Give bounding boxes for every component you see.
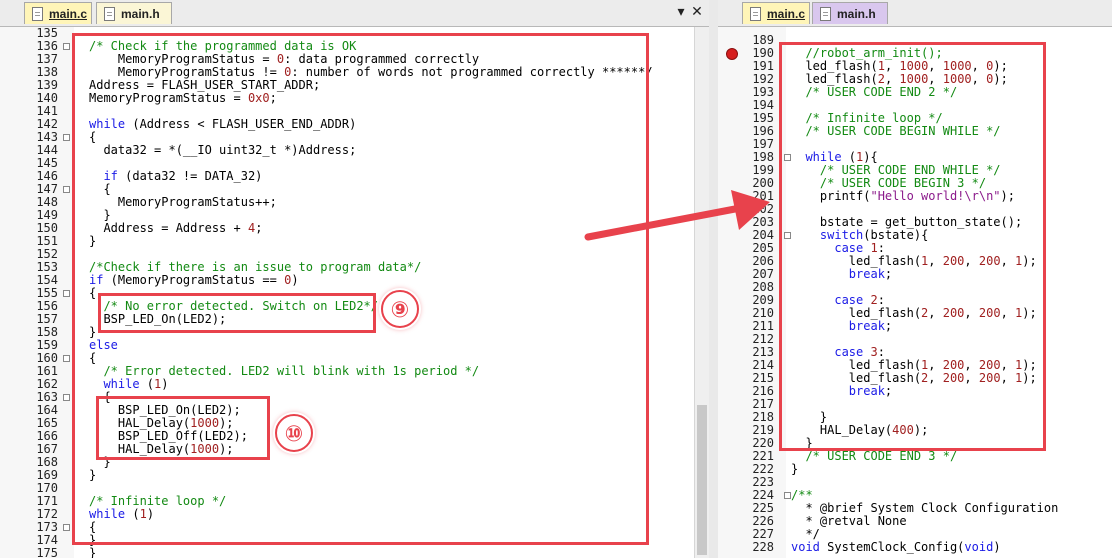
fold-toggle-icon[interactable] xyxy=(63,394,70,401)
fold-toggle-icon[interactable] xyxy=(63,355,70,362)
close-tab-icon[interactable]: ✕ xyxy=(690,4,704,20)
tab-label: main.c xyxy=(767,7,806,21)
highlight-box-main-block xyxy=(72,33,649,545)
c-file-icon xyxy=(32,7,43,21)
left-editor-pane: main.c main.h ▾ ✕ 135 136/* Check if the … xyxy=(0,0,709,558)
highlight-box-led-on xyxy=(98,293,376,333)
tab-label: main.h xyxy=(837,7,876,21)
left-scrollbar-thumb[interactable] xyxy=(697,405,707,555)
tab-label: main.h xyxy=(121,7,160,21)
tab-main-h[interactable]: main.h xyxy=(96,2,172,24)
left-tab-bar: main.c main.h ▾ ✕ xyxy=(0,0,709,27)
line-number: 175 xyxy=(36,546,58,558)
tab-list-dropdown-icon[interactable]: ▾ xyxy=(674,4,688,20)
code-line[interactable]: 222} xyxy=(718,463,1112,476)
tab-main-c[interactable]: main.c xyxy=(742,2,810,24)
code-text: } xyxy=(791,462,799,476)
code-line[interactable]: 228 void SystemClock_Config(void) xyxy=(718,541,1112,554)
h-file-icon xyxy=(104,7,115,21)
code-line[interactable]: 175} xyxy=(0,547,709,558)
code-line[interactable]: 226 * @retval None xyxy=(718,515,1112,528)
code-line[interactable]: 225 * @brief System Clock Configuration xyxy=(718,502,1112,515)
step-badge-9: ⑨ xyxy=(381,290,419,328)
tab-label: main.c xyxy=(49,7,88,21)
highlight-box-main-loop xyxy=(779,42,1046,451)
code-line[interactable]: 221 /* USER CODE END 3 */ xyxy=(718,450,1112,463)
right-editor-pane: main.c main.h 189 190 //robot_arm_init();… xyxy=(718,0,1112,558)
fold-toggle-icon[interactable] xyxy=(784,492,791,499)
fold-toggle-icon[interactable] xyxy=(63,290,70,297)
line-number: 228 xyxy=(752,540,774,554)
code-text: void SystemClock_Config(void) xyxy=(791,540,1001,554)
highlight-box-led-blink xyxy=(96,396,270,460)
code-text: } xyxy=(89,546,97,558)
tab-main-c[interactable]: main.c xyxy=(24,2,92,24)
h-file-icon xyxy=(820,7,831,21)
fold-toggle-icon[interactable] xyxy=(63,524,70,531)
left-vertical-scrollbar[interactable] xyxy=(694,27,709,558)
tab-main-h[interactable]: main.h xyxy=(812,2,888,24)
right-tab-bar: main.c main.h xyxy=(718,0,1112,27)
code-line[interactable]: 223 xyxy=(718,476,1112,489)
breakpoint-icon[interactable] xyxy=(726,48,738,60)
step-badge-10: ⑩ xyxy=(275,414,313,452)
code-text: /* USER CODE END 3 */ xyxy=(805,449,958,463)
fold-toggle-icon[interactable] xyxy=(63,186,70,193)
fold-toggle-icon[interactable] xyxy=(63,43,70,50)
fold-toggle-icon[interactable] xyxy=(63,134,70,141)
c-file-icon xyxy=(750,7,761,21)
